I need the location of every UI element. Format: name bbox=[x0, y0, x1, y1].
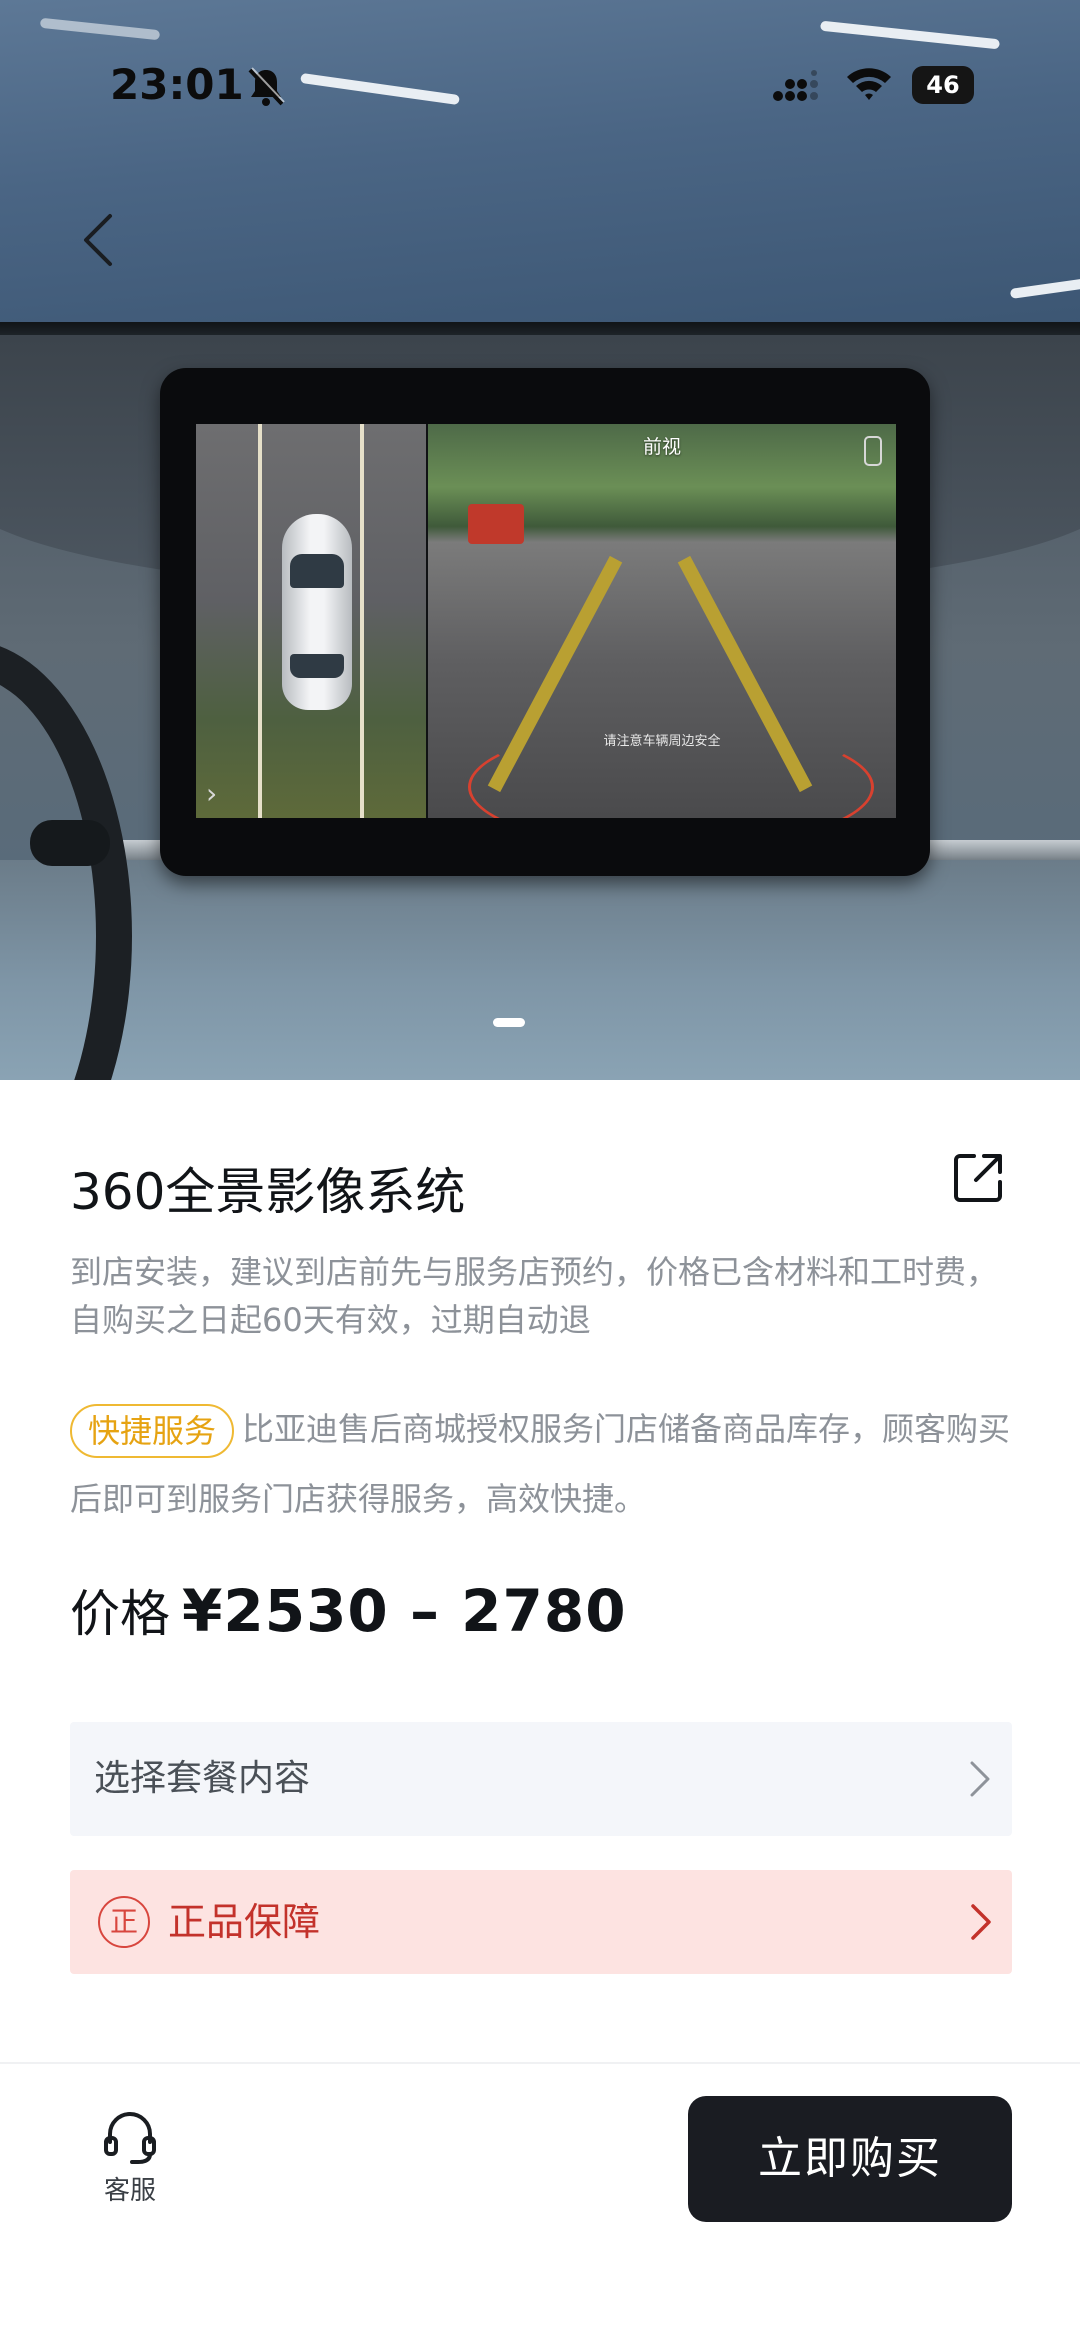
camera-view: › 前视 请注意车辆周边安全 bbox=[196, 424, 896, 818]
status-time: 23:01 bbox=[110, 60, 244, 109]
road-background bbox=[0, 0, 1080, 330]
back-icon[interactable] bbox=[80, 212, 116, 268]
wifi-icon bbox=[847, 68, 891, 100]
fast-service-badge: 快捷服务 bbox=[70, 1404, 235, 1458]
share-icon[interactable] bbox=[952, 1152, 1004, 1204]
authentic-badge-icon: 正 bbox=[98, 1896, 150, 1948]
buy-now-button[interactable]: 立即购买 bbox=[688, 2096, 1012, 2222]
chevron-right-icon bbox=[971, 1904, 991, 1940]
camera-view-label: 前视 bbox=[642, 436, 681, 458]
price-row: 价格 ¥2530 – 2780 bbox=[70, 1568, 627, 1657]
signal-icon bbox=[773, 70, 818, 101]
select-package-label: 选择套餐内容 bbox=[94, 1758, 311, 1799]
carousel-page-indicator bbox=[493, 1018, 525, 1027]
car-top-view bbox=[282, 514, 352, 710]
bottom-bar-divider bbox=[0, 2062, 1080, 2064]
select-package-row[interactable]: 选择套餐内容 bbox=[70, 1722, 1012, 1836]
camera-chevron-icon: › bbox=[206, 777, 218, 810]
camera-icon bbox=[864, 436, 882, 466]
chevron-right-icon bbox=[970, 1761, 990, 1797]
bell-muted-icon bbox=[248, 67, 285, 106]
service-info: 快捷服务 比亚迪售后商城授权服务门店储备商品库存，顾客购买后即可到服务门店获得服务… bbox=[70, 1394, 1020, 1534]
authentic-guarantee-label: 正品保障 bbox=[168, 1900, 321, 1944]
product-title: 360全景影像系统 bbox=[70, 1163, 466, 1221]
customer-service-label: 客服 bbox=[103, 2176, 156, 2206]
top-view-camera: › bbox=[196, 424, 426, 818]
price-label: 价格 bbox=[70, 1585, 170, 1643]
authentic-guarantee-row[interactable]: 正 正品保障 bbox=[70, 1870, 1012, 1974]
headset-icon bbox=[104, 2112, 156, 2164]
camera-caption: 请注意车辆周边安全 bbox=[603, 734, 721, 749]
product-image-carousel[interactable]: › 前视 请注意车辆周边安全 23:01 46 bbox=[0, 0, 1080, 1080]
price-value: ¥2530 – 2780 bbox=[182, 1577, 627, 1645]
battery-indicator: 46 bbox=[912, 66, 974, 104]
product-description: 到店安装，建议到店前先与服务店预约，价格已含材料和工时费，自购买之日起60天有效… bbox=[70, 1253, 999, 1339]
front-view-camera: 前视 请注意车辆周边安全 bbox=[428, 424, 896, 818]
